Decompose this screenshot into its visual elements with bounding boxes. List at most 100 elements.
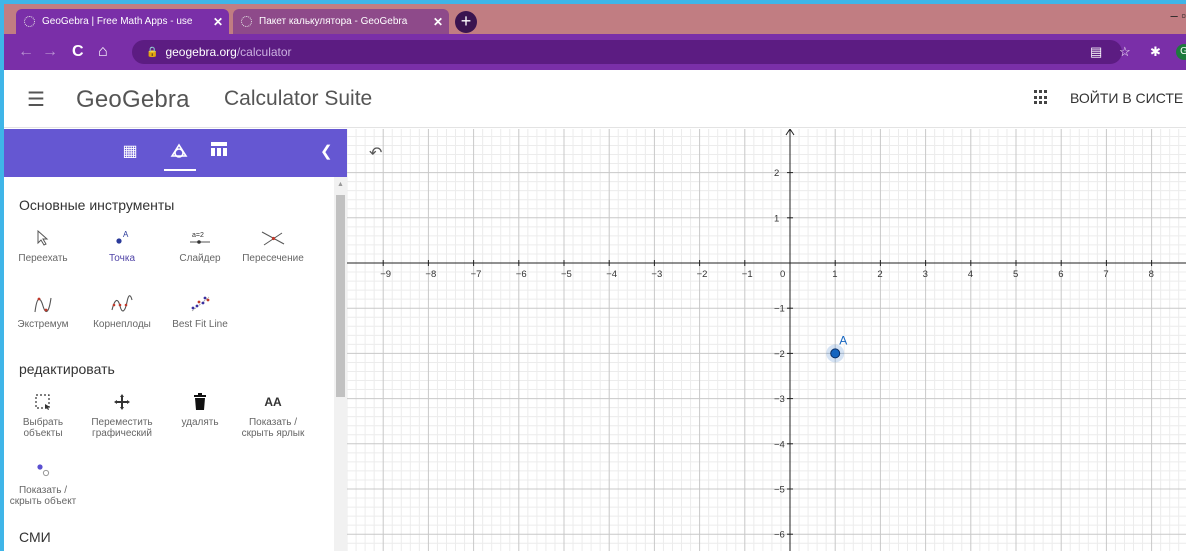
coordinate-plane[interactable]: −9 −8 −7 −6 −5 −4 −3 −2 −1 0 1 2 3 4 5 6 7 8 2 1 −1 −2 −3 −4 −5…	[347, 129, 1186, 551]
bookmark-star-icon[interactable]: ☆	[1119, 44, 1131, 60]
home-icon[interactable]: ⌂	[98, 43, 108, 61]
forward-arrow-icon[interactable]: →	[42, 43, 58, 61]
x-tick-label: 4	[968, 269, 973, 280]
tool-label: удалять	[181, 417, 219, 428]
tab-calculator-suite[interactable]: Пакет калькулятора - GeoGebra ✕	[233, 9, 449, 34]
tool-move[interactable]: Переехать	[4, 225, 82, 264]
x-tick-label: 1	[832, 269, 837, 280]
tool-label: Экстремум	[17, 319, 69, 330]
tool-label: Показать / скрыть объект	[9, 485, 77, 507]
x-tick-label: −6	[516, 269, 527, 280]
x-tick-label: 5	[1013, 269, 1018, 280]
x-tick-label: −8	[425, 269, 436, 280]
tool-move-graphics[interactable]: Переместить графический	[83, 389, 161, 439]
calculator-icon[interactable]: ▦	[119, 141, 141, 163]
app-header: ☰ GeoGebra Calculator Suite ВОЙТИ В СИСТ…	[4, 70, 1186, 128]
tool-delete[interactable]: удалять	[161, 389, 239, 428]
undo-icon[interactable]: ↶	[369, 143, 382, 163]
section-basic-tools: Основные инструменты	[19, 197, 175, 213]
x-tick-label: −4	[606, 269, 617, 280]
y-tick-label: −4	[774, 439, 785, 450]
url-path: /calculator	[236, 45, 292, 59]
app-title: Calculator Suite	[224, 87, 373, 110]
table-icon[interactable]	[208, 141, 230, 163]
roots-icon	[83, 291, 161, 317]
major-grid	[347, 129, 1186, 551]
tab-title: GeoGebra | Free Math Apps - use	[42, 16, 193, 27]
tool-show-hide-object[interactable]: Показать / скрыть объект	[4, 457, 82, 507]
y-tick-label: −5	[774, 485, 785, 496]
delete-icon	[161, 389, 239, 415]
loading-icon	[241, 16, 252, 27]
x-tick-label: 3	[923, 269, 928, 280]
show-hide-object-icon	[4, 457, 82, 483]
active-tab-indicator	[164, 169, 196, 171]
best-fit-line-icon	[161, 291, 239, 317]
y-tick-label: −3	[774, 394, 785, 405]
x-tick-label: −5	[561, 269, 572, 280]
intersect-icon	[234, 225, 312, 251]
address-bar: ← → C ⌂ 🔒 geogebra.org/calculator ▤ ☆ ✱ …	[4, 34, 1186, 70]
x-tick-label: −3	[651, 269, 662, 280]
profile-avatar[interactable]: G	[1176, 44, 1186, 60]
tool-point[interactable]: A Точка	[83, 225, 161, 264]
hamburger-menu-icon[interactable]: ☰	[27, 87, 45, 112]
tool-roots[interactable]: Корнеплоды	[83, 291, 161, 330]
y-tick-label: −1	[774, 304, 785, 315]
move-graphics-icon	[83, 389, 161, 415]
minimize-button[interactable]: – ▫	[1156, 8, 1186, 23]
graphics-view[interactable]: −9 −8 −7 −6 −5 −4 −3 −2 −1 0 1 2 3 4 5 6 7 8 2 1 −1 −2 −3 −4 −5…	[347, 129, 1186, 551]
extensions-puzzle-icon[interactable]: ✱	[1150, 44, 1161, 60]
url-input[interactable]: 🔒 geogebra.org/calculator	[132, 40, 1122, 64]
point-a	[830, 348, 841, 359]
tool-extremum[interactable]: Экстремум	[4, 291, 82, 330]
scroll-up-arrow-icon[interactable]: ▲	[337, 181, 344, 188]
x-tick-label: 6	[1058, 269, 1063, 280]
tool-best-fit-line[interactable]: Best Fit Line	[161, 291, 239, 330]
y-tick-label: 1	[774, 213, 779, 224]
new-tab-button[interactable]: +	[455, 11, 477, 33]
x-tick-label: 8	[1149, 269, 1154, 280]
x-tick-label: −2	[697, 269, 708, 280]
x-tick-label: 7	[1103, 269, 1108, 280]
close-tab-icon[interactable]: ✕	[213, 15, 223, 29]
minor-grid	[347, 129, 1186, 551]
point-icon: A	[83, 225, 161, 251]
tools-icon[interactable]	[168, 141, 190, 163]
show-hide-label-icon: AA	[234, 389, 312, 415]
y-tick-label: 2	[774, 168, 779, 179]
svg-text:A: A	[123, 230, 129, 239]
translate-icon[interactable]: ▤	[1090, 44, 1102, 60]
lock-icon: 🔒	[146, 46, 159, 58]
geogebra-logo[interactable]: GeoGebra	[76, 86, 190, 114]
label-glyph: AA	[264, 395, 282, 409]
tab-geogebra-apps[interactable]: GeoGebra | Free Math Apps - use ✕	[16, 9, 229, 34]
back-arrow-icon[interactable]: ←	[18, 43, 34, 61]
y-tick-label: −2	[774, 349, 785, 360]
tool-label: Слайдер	[179, 253, 221, 264]
collapse-chevron-icon[interactable]: ❮	[320, 142, 333, 160]
x-tick-label: 0	[780, 269, 785, 280]
x-tick-label: −9	[380, 269, 391, 280]
y-tick-label: −6	[774, 530, 785, 541]
loading-icon	[24, 16, 35, 27]
sign-in-button[interactable]: ВОЙТИ В СИСТЕ	[1070, 90, 1183, 106]
select-objects-icon	[4, 389, 82, 415]
x-tick-label: 2	[877, 269, 882, 280]
tool-intersect[interactable]: Пересечение	[234, 225, 312, 264]
tool-label: Переместить графический	[91, 417, 153, 439]
tool-select-objects[interactable]: Выбрать объекты	[4, 389, 82, 439]
tab-title: Пакет калькулятора - GeoGebra	[259, 16, 408, 27]
tool-slider[interactable]: a=2 Слайдер	[161, 225, 239, 264]
slider-icon: a=2	[161, 225, 239, 251]
tab-strip: GeoGebra | Free Math Apps - use ✕ Пакет …	[4, 4, 1186, 34]
close-tab-icon[interactable]: ✕	[433, 15, 443, 29]
reload-icon[interactable]: C	[72, 43, 84, 61]
apps-grid-icon[interactable]	[1034, 90, 1049, 105]
panel-scrollbar-thumb[interactable]	[336, 195, 345, 397]
tool-label: Пересечение	[242, 253, 304, 264]
extremum-icon	[4, 291, 82, 317]
url-domain: geogebra.org	[165, 45, 237, 59]
tool-show-hide-label[interactable]: AA Показать / скрыть ярлык	[234, 389, 312, 439]
tool-label: Best Fit Line	[172, 319, 228, 330]
